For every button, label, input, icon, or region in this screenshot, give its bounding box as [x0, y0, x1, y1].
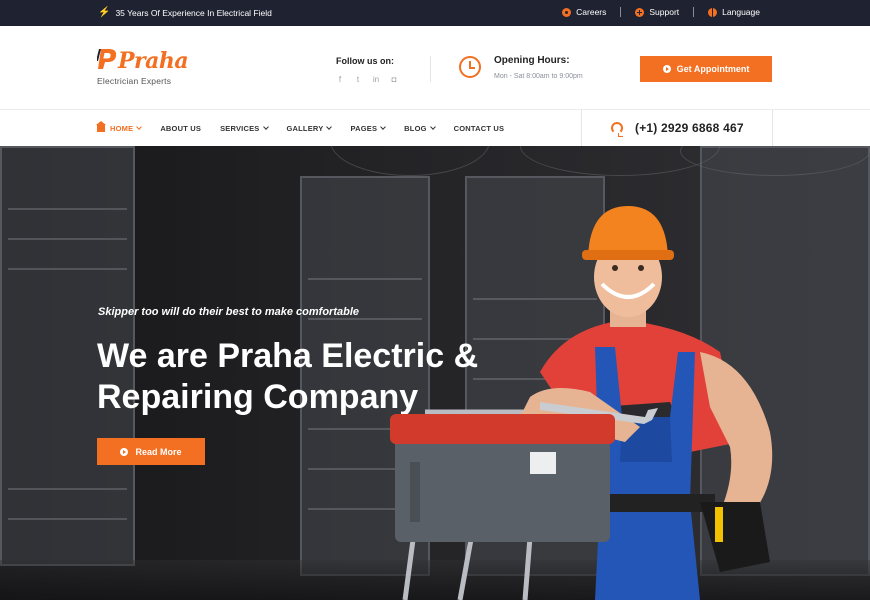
phone-number: (+1) 2929 6868 467	[635, 121, 744, 135]
chevron-down-icon	[136, 124, 143, 130]
nav-label: SERVICES	[220, 124, 260, 133]
nav-item-pages[interactable]: PAGES	[350, 124, 387, 133]
instagram-icon[interactable]: ◘	[390, 75, 398, 84]
hours-value: Mon - Sat 8:00am to 9:00pm	[494, 73, 583, 80]
nav-item-gallery[interactable]: GALLERY	[286, 124, 333, 133]
nav-item-home[interactable]: HOME	[96, 121, 143, 133]
bolt-icon: ⚡	[98, 7, 111, 18]
globe-icon	[708, 7, 718, 17]
hero-banner: Skipper too will do their best to make c…	[0, 146, 870, 600]
follow-label: Follow us on:	[336, 56, 394, 66]
hero-tagline: Skipper too will do their best to make c…	[98, 306, 359, 318]
header-divider	[430, 56, 431, 82]
language-link[interactable]: Language	[708, 7, 760, 17]
site-header: Praha Electrician Experts Follow us on: …	[0, 26, 870, 110]
top-bar: ⚡ 35 Years Of Experience In Electrical F…	[0, 0, 870, 26]
experience-text: 35 Years Of Experience In Electrical Fie…	[115, 8, 272, 18]
play-circle-icon	[120, 447, 129, 456]
nav-item-about[interactable]: ABOUT US	[160, 124, 201, 133]
read-more-label: Read More	[135, 446, 182, 457]
careers-label: Careers	[576, 7, 607, 17]
chevron-down-icon	[429, 124, 436, 130]
nav-items: HOME ABOUT US SERVICES GALLERY PAGES BLO…	[96, 121, 523, 133]
clock-icon	[459, 56, 481, 78]
follow-us: Follow us on: f t in ◘	[336, 56, 398, 84]
lifebuoy-icon	[635, 7, 645, 17]
nav-label: HOME	[110, 124, 134, 133]
read-more-button[interactable]: Read More	[97, 438, 205, 465]
chevron-down-icon	[262, 124, 269, 130]
nav-label: PAGES	[350, 124, 378, 133]
experience-note: ⚡ 35 Years Of Experience In Electrical F…	[98, 7, 272, 19]
nav-label: ABOUT US	[160, 124, 202, 133]
appointment-label: Get Appointment	[676, 64, 750, 74]
main-nav: HOME ABOUT US SERVICES GALLERY PAGES BLO…	[0, 110, 870, 146]
nav-item-blog[interactable]: BLOG	[404, 124, 436, 133]
phone-contact[interactable]: (+1) 2929 6868 467	[581, 110, 773, 146]
support-label: Support	[649, 7, 680, 17]
nav-label: CONTACT US	[453, 124, 505, 133]
top-links: Careers Support Language	[562, 7, 760, 17]
divider	[620, 7, 622, 17]
social-links: f t in ◘	[336, 75, 398, 84]
home-icon	[96, 121, 106, 132]
chevron-down-icon	[380, 124, 387, 130]
divider	[693, 7, 695, 17]
linkedin-icon[interactable]: in	[372, 75, 380, 84]
careers-link[interactable]: Careers	[562, 7, 606, 17]
headset-icon	[611, 122, 623, 137]
gear-icon	[562, 7, 572, 17]
logo-subtitle: Electrician Experts	[97, 76, 172, 86]
language-label: Language	[722, 7, 760, 17]
logo-mark-icon	[97, 49, 117, 69]
facebook-icon[interactable]: f	[336, 75, 344, 84]
hours-title: Opening Hours:	[494, 55, 570, 66]
electrician-worker-image	[390, 206, 773, 600]
get-appointment-button[interactable]: Get Appointment	[640, 56, 772, 82]
nav-item-services[interactable]: SERVICES	[220, 124, 269, 133]
logo-text: Praha	[118, 48, 189, 74]
support-link[interactable]: Support	[635, 7, 679, 17]
twitter-icon[interactable]: t	[354, 75, 362, 84]
nav-item-contact[interactable]: CONTACT US	[454, 124, 505, 133]
nav-label: BLOG	[404, 124, 427, 133]
nav-label: GALLERY	[286, 124, 324, 133]
chevron-down-icon	[326, 124, 333, 130]
play-circle-icon	[662, 65, 671, 73]
